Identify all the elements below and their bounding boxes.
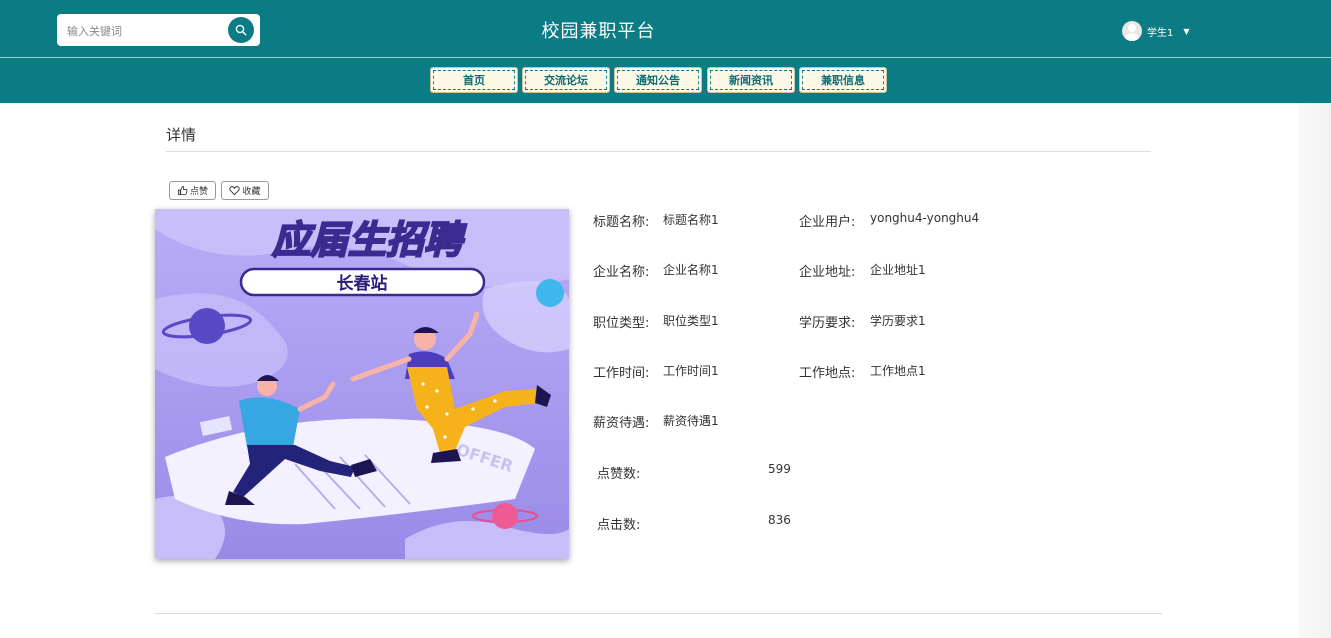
- field-label-company-name: 企业名称:: [593, 265, 650, 280]
- nav-item-forum[interactable]: 交流论坛: [522, 67, 610, 93]
- field-label-company-address: 企业地址:: [799, 265, 856, 280]
- page-edge-shadow: [1298, 103, 1331, 638]
- poster-station: 长春站: [337, 273, 388, 294]
- field-value-company-user: yonghu4-yonghu4: [870, 211, 980, 225]
- divider: [166, 151, 1151, 152]
- field-value-education: 学历要求1: [870, 314, 926, 328]
- main-nav: 首页 交流论坛 通知公告 新闻资讯 兼职信息: [0, 57, 1331, 103]
- field-value-title: 标题名称1: [663, 213, 719, 227]
- field-value-company-address: 企业地址1: [870, 263, 926, 277]
- username: 学生1: [1147, 27, 1174, 39]
- stat-value-likes: 599: [768, 462, 791, 476]
- field-value-work-location: 工作地点1: [870, 364, 926, 378]
- field-label-education: 学历要求:: [799, 316, 856, 331]
- page-title: 详情: [166, 126, 197, 144]
- field-label-title: 标题名称:: [593, 215, 650, 230]
- field-value-job-type: 职位类型1: [663, 314, 719, 328]
- thumbs-up-icon: [177, 185, 188, 196]
- stat-label-clicks: 点击数:: [597, 518, 641, 533]
- field-label-work-time: 工作时间:: [593, 366, 650, 381]
- field-value-salary: 薪资待遇1: [663, 414, 719, 428]
- nav-item-home[interactable]: 首页: [430, 67, 518, 93]
- favorite-button-label: 收藏: [242, 187, 261, 197]
- chevron-down-icon: ▼: [1183, 26, 1190, 36]
- top-header: 校园兼职平台 学生1 ▼: [0, 0, 1331, 57]
- stat-label-likes: 点赞数:: [597, 467, 641, 482]
- stat-value-clicks: 836: [768, 513, 791, 527]
- field-label-company-user: 企业用户:: [799, 215, 856, 230]
- like-button[interactable]: 点赞: [169, 181, 216, 200]
- avatar: [1122, 21, 1142, 41]
- like-button-label: 点赞: [189, 187, 208, 197]
- poster-headline: 应届生招聘: [272, 218, 467, 262]
- field-value-company-name: 企业名称1: [663, 263, 719, 277]
- nav-item-news[interactable]: 新闻资讯: [707, 67, 795, 93]
- heart-icon: [229, 186, 241, 196]
- divider: [155, 613, 1162, 614]
- user-menu[interactable]: 学生1 ▼: [1122, 21, 1190, 41]
- site-title: 校园兼职平台: [541, 21, 656, 42]
- field-label-salary: 薪资待遇:: [593, 416, 650, 431]
- job-poster-image: OFFER 应届生招聘 长春站: [155, 209, 569, 559]
- field-label-job-type: 职位类型:: [593, 316, 650, 331]
- field-label-work-location: 工作地点:: [799, 366, 856, 381]
- favorite-button[interactable]: 收藏: [221, 181, 269, 200]
- nav-item-notices[interactable]: 通知公告: [614, 67, 702, 93]
- nav-item-jobs[interactable]: 兼职信息: [799, 67, 887, 93]
- field-value-work-time: 工作时间1: [663, 364, 719, 378]
